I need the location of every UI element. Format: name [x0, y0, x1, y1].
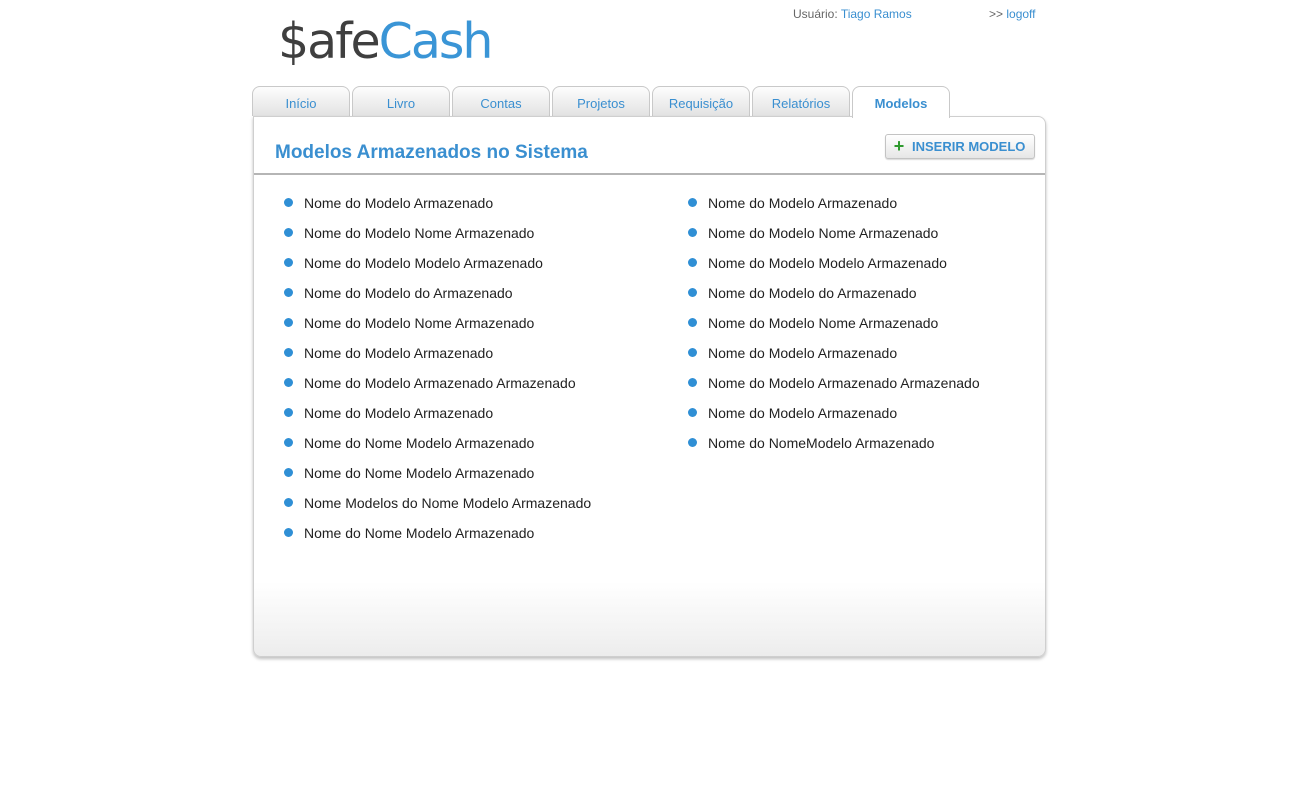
model-name: Nome do Modelo Armazenado — [708, 195, 898, 211]
tab-projetos[interactable]: Projetos — [552, 86, 650, 116]
safecash-logo: $afeCash — [278, 12, 494, 72]
models-list-left: Nome do Modelo Armazenado Nome do Modelo … — [284, 193, 591, 553]
model-list-item[interactable]: Nome Modelos do Nome Modelo Armazenado — [284, 493, 591, 523]
model-list-item[interactable]: Nome do Modelo do Armazenado — [284, 283, 591, 313]
tab-livro[interactable]: Livro — [352, 86, 450, 116]
tab-inicio[interactable]: Início — [252, 86, 350, 116]
model-name: Nome do Nome Modelo Armazenado — [304, 525, 535, 541]
bullet-icon — [688, 258, 697, 267]
model-name: Nome do Modelo Armazenado Armazenado — [304, 375, 576, 391]
model-name: Nome do NomeModelo Armazenado — [708, 435, 935, 451]
model-name: Nome do Modelo Modelo Armazenado — [708, 255, 947, 271]
model-list-item[interactable]: Nome do Nome Modelo Armazenado — [284, 463, 591, 493]
bullet-icon — [284, 468, 293, 477]
model-list-item[interactable]: Nome do Modelo Armazenado — [688, 343, 980, 373]
bullet-icon — [688, 228, 697, 237]
bullet-icon — [284, 228, 293, 237]
tab-requisicao[interactable]: Requisição — [652, 86, 750, 116]
model-list-item[interactable]: Nome do Modelo Armazenado — [284, 403, 591, 433]
tab-modelos[interactable]: Modelos — [852, 86, 950, 118]
insert-model-label: INSERIR MODELO — [912, 139, 1026, 154]
model-list-item[interactable]: Nome do Modelo Nome Armazenado — [284, 313, 591, 343]
model-name: Nome do Modelo Modelo Armazenado — [304, 255, 543, 271]
user-label: Usuário: — [793, 7, 838, 21]
model-name: Nome do Modelo Armazenado — [304, 195, 494, 211]
insert-model-button[interactable]: + INSERIR MODELO — [885, 134, 1035, 159]
bullet-icon — [688, 378, 697, 387]
model-list-item[interactable]: Nome do NomeModelo Armazenado — [688, 433, 980, 463]
logoff-link[interactable]: logoff — [1006, 7, 1035, 21]
model-list-item[interactable]: Nome do Modelo Armazenado Armazenado — [284, 373, 591, 403]
model-list-item[interactable]: Nome do Modelo Nome Armazenado — [284, 223, 591, 253]
page-title: Modelos Armazenados no Sistema — [275, 142, 588, 163]
model-name: Nome do Modelo Armazenado — [304, 345, 494, 361]
model-list-item[interactable]: Nome do Modelo Modelo Armazenado — [284, 253, 591, 283]
model-name: Nome do Modelo Armazenado — [304, 405, 494, 421]
model-list-item[interactable]: Nome do Nome Modelo Armazenado — [284, 523, 591, 553]
bullet-icon — [284, 528, 293, 537]
main-nav-tabs: Início Livro Contas Projetos Requisição … — [252, 86, 972, 118]
model-list-item[interactable]: Nome do Modelo do Armazenado — [688, 283, 980, 313]
model-list-item[interactable]: Nome do Modelo Armazenado Armazenado — [688, 373, 980, 403]
bullet-icon — [284, 288, 293, 297]
bullet-icon — [284, 258, 293, 267]
model-name: Nome do Nome Modelo Armazenado — [304, 435, 535, 451]
model-list-item[interactable]: Nome do Modelo Nome Armazenado — [688, 223, 980, 253]
bullet-icon — [688, 408, 697, 417]
model-list-item[interactable]: Nome do Modelo Armazenado — [688, 403, 980, 433]
model-name: Nome do Modelo Nome Armazenado — [304, 315, 535, 331]
bullet-icon — [284, 348, 293, 357]
title-divider — [254, 173, 1045, 175]
model-name: Nome do Modelo Nome Armazenado — [708, 225, 939, 241]
model-name: Nome do Modelo Nome Armazenado — [708, 315, 939, 331]
user-bar: Usuário: Tiago Ramos >> logoff — [793, 6, 1043, 22]
bullet-icon — [284, 198, 293, 207]
logoff-prefix: >> — [989, 7, 1004, 21]
model-name: Nome do Modelo do Armazenado — [708, 285, 917, 301]
bullet-icon — [688, 198, 697, 207]
model-list-item[interactable]: Nome do Modelo Armazenado — [284, 343, 591, 373]
model-name: Nome do Modelo Nome Armazenado — [304, 225, 535, 241]
model-list-item[interactable]: Nome do Modelo Armazenado — [688, 193, 980, 223]
bullet-icon — [284, 498, 293, 507]
bullet-icon — [688, 318, 697, 327]
model-name: Nome Modelos do Nome Modelo Armazenado — [304, 495, 592, 511]
models-panel: Modelos Armazenados no Sistema + INSERIR… — [253, 116, 1046, 657]
bullet-icon — [688, 438, 697, 447]
logoff-area: >> logoff — [989, 6, 1036, 22]
bullet-icon — [284, 318, 293, 327]
model-list-item[interactable]: Nome do Modelo Nome Armazenado — [688, 313, 980, 343]
model-list-item[interactable]: Nome do Modelo Armazenado — [284, 193, 591, 223]
bullet-icon — [284, 408, 293, 417]
tab-relatorios[interactable]: Relatórios — [752, 86, 850, 116]
model-name: Nome do Modelo Armazenado Armazenado — [708, 375, 980, 391]
logo-text-part2: Cash — [378, 13, 494, 70]
user-name: Tiago Ramos — [840, 7, 912, 21]
logo-text-part1: $afe — [278, 13, 381, 70]
bullet-icon — [284, 378, 293, 387]
bullet-icon — [284, 438, 293, 447]
models-list-right: Nome do Modelo Armazenado Nome do Modelo … — [688, 193, 980, 463]
bullet-icon — [688, 348, 697, 357]
model-list-item[interactable]: Nome do Nome Modelo Armazenado — [284, 433, 591, 463]
model-name: Nome do Nome Modelo Armazenado — [304, 465, 535, 481]
model-list-item[interactable]: Nome do Modelo Modelo Armazenado — [688, 253, 980, 283]
tab-contas[interactable]: Contas — [452, 86, 550, 116]
model-name: Nome do Modelo Armazenado — [708, 345, 898, 361]
model-name: Nome do Modelo do Armazenado — [304, 285, 513, 301]
plus-icon: + — [893, 136, 905, 156]
model-name: Nome do Modelo Armazenado — [708, 405, 898, 421]
bullet-icon — [688, 288, 697, 297]
